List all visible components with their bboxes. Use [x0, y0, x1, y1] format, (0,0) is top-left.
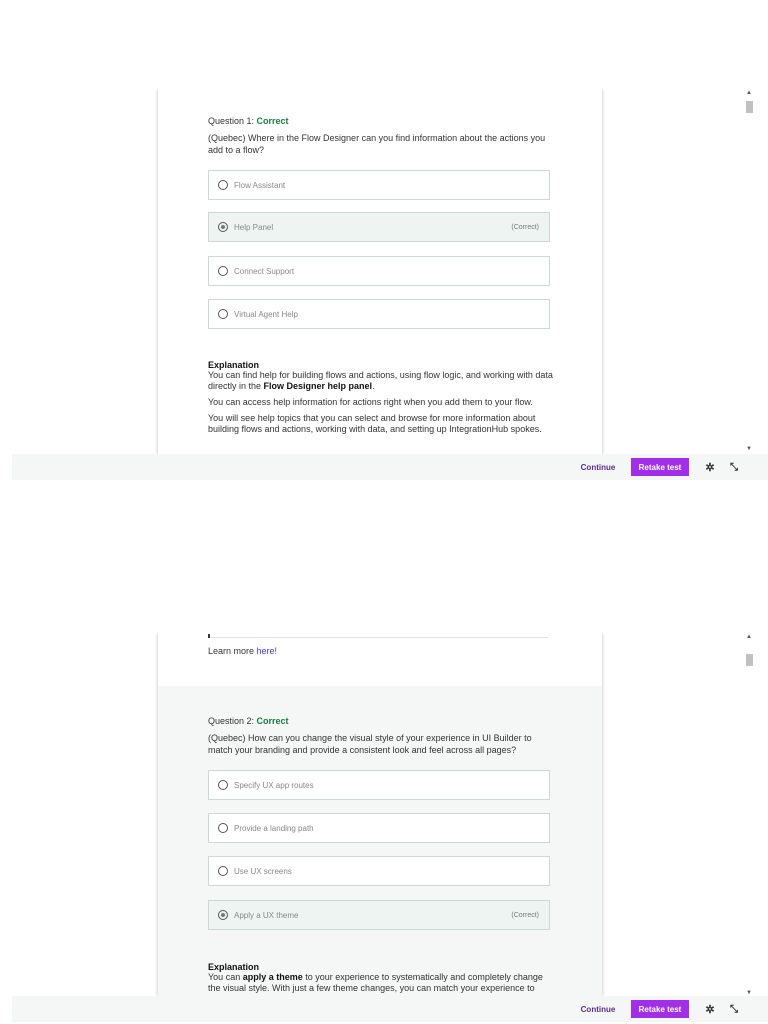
option-connect-support[interactable]: Connect Support: [208, 256, 550, 286]
quiz-frame-1: Question 1: Correct (Quebec) Where in th…: [0, 90, 768, 480]
question-card-1: Question 1: Correct (Quebec) Where in th…: [158, 90, 602, 455]
scroll-up-icon[interactable]: ▲: [746, 90, 752, 96]
image-fragment: [208, 634, 548, 638]
question-number-1: Question 1:: [208, 116, 255, 126]
explanation-title-2: Explanation: [208, 962, 260, 972]
scrollbar-1[interactable]: ▲ ▼: [744, 90, 754, 452]
correct-tag: (Correct): [511, 911, 539, 919]
retake-test-button[interactable]: Retake test: [631, 458, 689, 476]
gear-icon[interactable]: ✲: [702, 458, 718, 476]
explanation-text: You can: [208, 972, 243, 982]
question-status-1: Correct: [256, 116, 289, 126]
scroll-thumb[interactable]: [746, 654, 753, 666]
explanation-paragraph: You will see help topics that you can se…: [208, 413, 542, 434]
radio-icon[interactable]: [218, 180, 228, 190]
footer-bar-2: Continue Retake test ✲ ⤡: [12, 996, 768, 1022]
option-apply-ux-theme[interactable]: Apply a UX theme (Correct): [208, 900, 550, 930]
question-number-2: Question 2:: [208, 716, 255, 726]
explanation-title-1: Explanation: [208, 360, 260, 370]
scroll-down-icon[interactable]: ▼: [746, 446, 752, 452]
learn-more-text: Learn more: [208, 646, 257, 656]
options-list-2: Specify UX app routes Provide a landing …: [208, 770, 554, 940]
continue-button[interactable]: Continue: [575, 1000, 621, 1018]
radio-icon[interactable]: [218, 823, 228, 833]
option-help-panel[interactable]: Help Panel (Correct): [208, 212, 550, 242]
option-specify-ux-app-routes[interactable]: Specify UX app routes: [208, 770, 550, 800]
explanation-text: You can find help for building flows and…: [208, 370, 553, 391]
collapse-icon[interactable]: ⤡: [726, 458, 742, 476]
footer-bar-1: Continue Retake test ✲ ⤡: [12, 454, 768, 480]
scroll-up-icon[interactable]: ▲: [746, 634, 752, 640]
question-card-2: Learn more here! Question 2: Correct (Qu…: [158, 634, 602, 996]
scrollbar-2[interactable]: ▲ ▼: [744, 634, 754, 996]
correct-tag: (Correct): [511, 223, 539, 231]
collapse-icon[interactable]: ⤡: [726, 1000, 742, 1018]
question-text-2: (Quebec) How can you change the visual s…: [208, 733, 532, 755]
option-label: Virtual Agent Help: [234, 309, 298, 319]
radio-icon[interactable]: [218, 309, 228, 319]
option-use-ux-screens[interactable]: Use UX screens: [208, 856, 550, 886]
option-label: Apply a UX theme: [234, 910, 299, 920]
option-label: Use UX screens: [234, 866, 292, 876]
options-list-1: Flow Assistant Help Panel (Correct) Conn…: [208, 170, 554, 340]
question-header-2: Question 2: Correct (Quebec) How can you…: [208, 716, 554, 756]
learn-more-link[interactable]: here!: [257, 646, 278, 656]
learn-more-section: Learn more here!: [158, 634, 602, 686]
question-text-1: (Quebec) Where in the Flow Designer can …: [208, 133, 546, 155]
option-provide-landing-path[interactable]: Provide a landing path: [208, 813, 550, 843]
radio-checked-icon[interactable]: [218, 910, 228, 920]
radio-checked-icon[interactable]: [218, 222, 228, 232]
retake-test-button[interactable]: Retake test: [631, 1000, 689, 1018]
explanation-bold: Flow Designer help panel: [263, 381, 373, 391]
learn-more-line: Learn more here!: [208, 646, 277, 656]
radio-icon[interactable]: [218, 866, 228, 876]
explanation-bold: apply a theme: [242, 972, 303, 982]
option-label: Help Panel: [234, 222, 274, 232]
option-flow-assistant[interactable]: Flow Assistant: [208, 170, 550, 200]
gear-icon[interactable]: ✲: [702, 1000, 718, 1018]
question-heading-1: Question 1: Correct: [208, 116, 554, 126]
continue-button[interactable]: Continue: [575, 458, 621, 476]
option-label: Flow Assistant: [234, 180, 286, 190]
question-status-2: Correct: [256, 716, 289, 726]
scroll-thumb[interactable]: [746, 101, 753, 113]
option-label: Provide a landing path: [234, 823, 314, 833]
explanation-paragraph: You can find help for building flows and…: [208, 370, 554, 392]
quiz-frame-2: Learn more here! Question 2: Correct (Qu…: [0, 634, 768, 1024]
explanation-paragraph: You can apply a theme to your experience…: [208, 972, 554, 994]
radio-icon[interactable]: [218, 266, 228, 276]
radio-icon[interactable]: [218, 780, 228, 790]
explanation-1: Explanation You can find help for buildi…: [208, 360, 554, 440]
explanation-2: Explanation You can apply a theme to you…: [208, 962, 554, 999]
option-virtual-agent-help[interactable]: Virtual Agent Help: [208, 299, 550, 329]
option-label: Connect Support: [234, 266, 295, 276]
question-header-1: Question 1: Correct (Quebec) Where in th…: [208, 116, 554, 156]
explanation-paragraph: You can access help information for acti…: [208, 397, 533, 407]
option-label: Specify UX app routes: [234, 780, 314, 790]
explanation-text: .: [372, 381, 375, 391]
question-heading-2: Question 2: Correct: [208, 716, 554, 726]
